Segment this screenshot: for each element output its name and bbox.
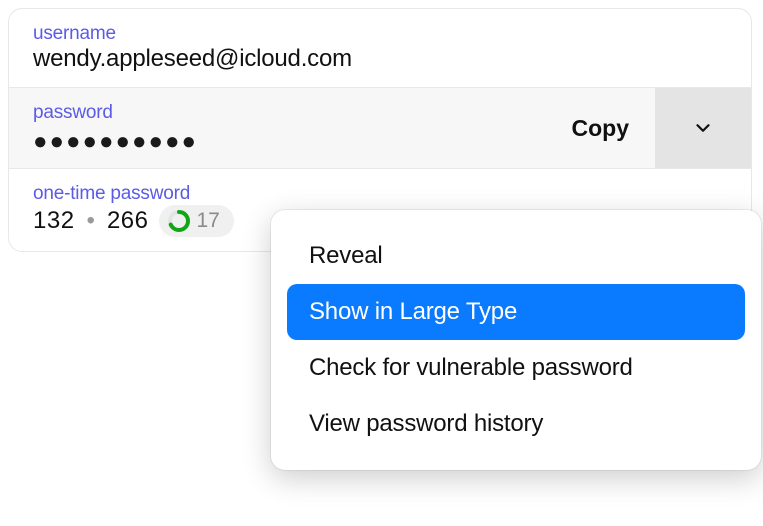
password-more-button[interactable] — [655, 88, 751, 168]
chevron-down-icon — [692, 117, 714, 139]
otp-separator-dot: • — [85, 207, 97, 235]
otp-code-part-a: 132 — [33, 207, 75, 235]
password-masked-value: ●●●●●●●●●● — [33, 130, 198, 154]
dropdown-item-check-vulnerable[interactable]: Check for vulnerable password — [287, 340, 745, 396]
copy-button[interactable]: Copy — [546, 88, 656, 168]
otp-code-part-b: 266 — [107, 207, 149, 235]
otp-label: one-time password — [33, 183, 727, 205]
password-actions: Copy — [546, 88, 752, 168]
dropdown-item-view-history[interactable]: View password history — [287, 396, 745, 452]
username-field[interactable]: username wendy.appleseed@icloud.com — [9, 9, 751, 88]
username-label: username — [33, 23, 727, 45]
password-actions-dropdown: Reveal Show in Large Type Check for vuln… — [271, 210, 761, 470]
username-value: wendy.appleseed@icloud.com — [33, 45, 727, 73]
dropdown-item-show-large-type[interactable]: Show in Large Type — [287, 284, 745, 340]
otp-timer-ring-icon — [167, 209, 191, 233]
dropdown-item-reveal[interactable]: Reveal — [287, 228, 745, 284]
password-label: password — [33, 102, 198, 124]
password-left: password ●●●●●●●●●● — [9, 88, 222, 168]
otp-timer-badge: 17 — [159, 205, 234, 237]
password-field[interactable]: password ●●●●●●●●●● Copy — [9, 88, 751, 169]
otp-timer-seconds: 17 — [197, 209, 220, 233]
